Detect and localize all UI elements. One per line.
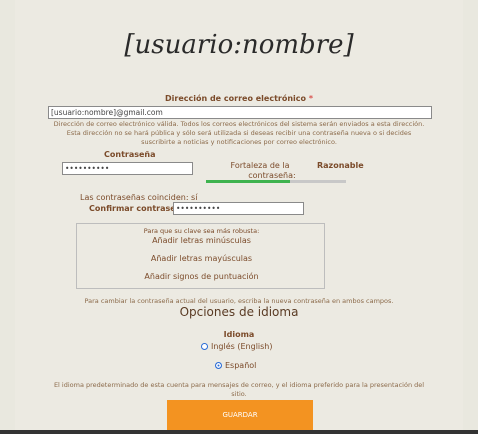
page-title: [usuario:nombre] [124, 30, 354, 60]
confirm-password-input[interactable]: •••••••••• [173, 202, 304, 215]
email-description-line: Esta dirección no se hará pública y sólo… [66, 129, 412, 137]
email-input[interactable]: [usuario:nombre]@gmail.com [48, 106, 432, 119]
language-option-spanish[interactable]: Español [225, 361, 256, 370]
password-strength-value: Razonable [317, 161, 364, 170]
password-match-text: Las contraseñas coinciden: sí [80, 193, 198, 202]
required-mark: * [308, 94, 313, 103]
language-radio-english[interactable] [201, 343, 208, 350]
email-description: Dirección de correo electrónico válida. … [40, 120, 438, 147]
password-strength-label: Fortaleza de la contraseña: [215, 161, 305, 181]
email-description-line: suscribirte a noticias y notificaciones … [141, 138, 337, 146]
password-input[interactable]: •••••••••• [62, 162, 193, 175]
language-option-english[interactable]: Inglés (English) [211, 342, 273, 351]
save-button[interactable]: GUARDAR [167, 400, 313, 430]
footer-bar [0, 430, 478, 434]
email-label-row: Dirección de correo electrónico * [0, 94, 478, 103]
tips-item: Añadir letras mayúsculas [150, 254, 253, 263]
tips-item: Añadir signos de puntuación [144, 272, 259, 281]
password-label: Contraseña [104, 150, 156, 159]
password-strength-fill [206, 180, 290, 183]
language-description-line: sitio. [231, 390, 247, 398]
strength-label-line: Fortaleza de la [230, 161, 290, 170]
language-label: Idioma [223, 330, 255, 339]
tips-heading: Para que su clave sea más robusta: [143, 227, 260, 235]
language-description-line: El idioma predeterminado de esta cuenta … [53, 381, 425, 389]
password-tips-box: Para que su clave sea más robusta: Añadi… [76, 223, 325, 289]
tips-item: Añadir letras minúsculas [152, 236, 251, 245]
email-label: Dirección de correo electrónico [165, 94, 307, 103]
email-description-line: Dirección de correo electrónico válida. … [53, 120, 425, 128]
language-description: El idioma predeterminado de esta cuenta … [20, 381, 458, 399]
language-radio-spanish[interactable] [215, 362, 222, 369]
language-section-title: Opciones de idioma [179, 305, 299, 319]
password-strength-bar [206, 180, 346, 183]
